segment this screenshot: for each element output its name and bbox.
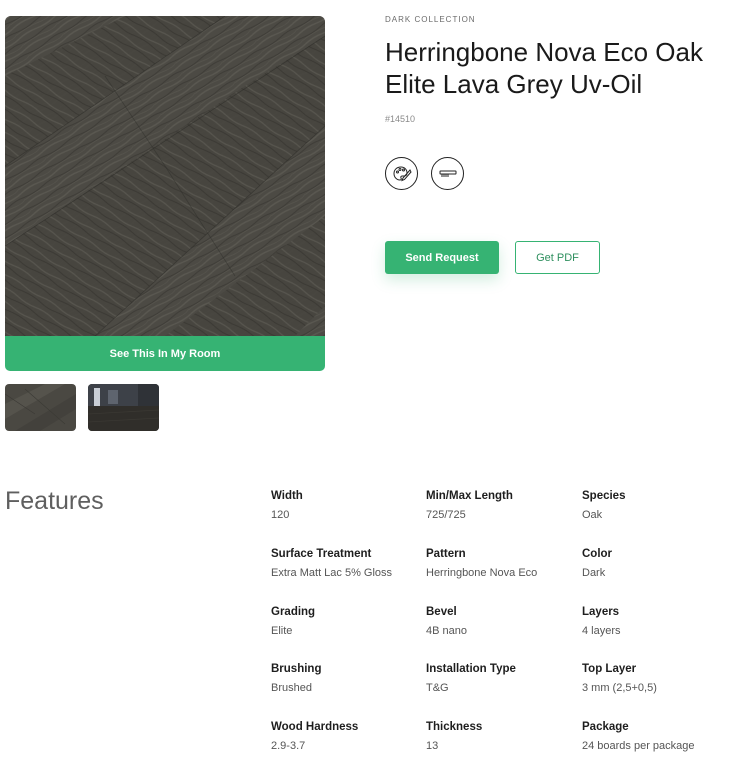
spec-item: Color Dark xyxy=(582,547,732,580)
spec-value: 4B nano xyxy=(426,625,467,637)
send-request-button[interactable]: Send Request xyxy=(385,241,499,274)
spec-label: Pattern xyxy=(426,548,466,560)
wood-texture-image xyxy=(5,16,325,336)
product-sku: #14510 xyxy=(385,114,416,124)
spec-item: Min/Max Length 725/725 xyxy=(426,489,576,522)
spec-label: Package xyxy=(582,721,629,733)
spec-value: 2.9-3.7 xyxy=(271,740,306,752)
spec-item: Thickness 13 xyxy=(426,720,576,753)
spec-item: Top Layer 3 mm (2,5+0,5) xyxy=(582,662,732,695)
spec-value: 24 boards per package xyxy=(582,740,695,752)
spec-value: 13 xyxy=(426,740,439,752)
spec-value: Elite xyxy=(271,625,293,637)
spec-item: Wood Hardness 2.9-3.7 xyxy=(271,720,421,753)
spec-label: Grading xyxy=(271,606,316,618)
comb-brush-icon xyxy=(431,157,464,190)
spec-label: Min/Max Length xyxy=(426,490,513,502)
spec-value: 3 mm (2,5+0,5) xyxy=(582,682,657,694)
spec-value: 4 layers xyxy=(582,625,621,637)
thumbnail-wood-texture[interactable] xyxy=(5,384,76,431)
spec-item: Brushing Brushed xyxy=(271,662,421,695)
spec-value: Brushed xyxy=(271,682,312,694)
spec-label: Wood Hardness xyxy=(271,721,359,733)
spec-value: 120 xyxy=(271,509,290,521)
spec-value: Extra Matt Lac 5% Gloss xyxy=(271,567,393,579)
room-thumbnail-image xyxy=(88,384,159,431)
spec-label: Thickness xyxy=(426,721,483,733)
spec-item: Species Oak xyxy=(582,489,732,522)
product-title: Herringbone Nova Eco Oak Elite Lava Grey… xyxy=(385,37,703,99)
wood-thumbnail-image xyxy=(5,384,76,431)
see-in-room-button[interactable]: See This In My Room xyxy=(5,336,325,371)
spec-item: Package 24 boards per package xyxy=(582,720,732,753)
collection-label: DARK COLLECTION xyxy=(385,15,476,24)
spec-item: Layers 4 layers xyxy=(582,605,732,638)
spec-item: Surface Treatment Extra Matt Lac 5% Gloss xyxy=(271,547,421,580)
spec-label: Bevel xyxy=(426,606,457,618)
spec-value: Herringbone Nova Eco xyxy=(426,567,538,579)
thumbnail-room-scene[interactable] xyxy=(88,384,159,431)
spec-label: Installation Type xyxy=(426,663,516,675)
spec-value: Oak xyxy=(582,509,603,521)
spec-label: Top Layer xyxy=(582,663,637,675)
spec-label: Layers xyxy=(582,606,620,618)
spec-label: Width xyxy=(271,490,303,502)
features-heading: Features xyxy=(5,487,104,515)
spec-item: Bevel 4B nano xyxy=(426,605,576,638)
product-main-image[interactable] xyxy=(5,16,325,336)
spec-value: 725/725 xyxy=(426,509,466,521)
spec-item: Installation Type T&G xyxy=(426,662,576,695)
spec-item: Pattern Herringbone Nova Eco xyxy=(426,547,576,580)
spec-label: Species xyxy=(582,490,626,502)
spec-value: Dark xyxy=(582,567,606,579)
spec-value: T&G xyxy=(426,682,449,694)
spec-label: Color xyxy=(582,548,613,560)
spec-item: Grading Elite xyxy=(271,605,421,638)
spec-label: Brushing xyxy=(271,663,322,675)
get-pdf-button[interactable]: Get PDF xyxy=(515,241,600,274)
palette-brush-icon xyxy=(385,157,418,190)
spec-label: Surface Treatment xyxy=(271,548,372,560)
spec-item: Width 120 xyxy=(271,489,421,522)
